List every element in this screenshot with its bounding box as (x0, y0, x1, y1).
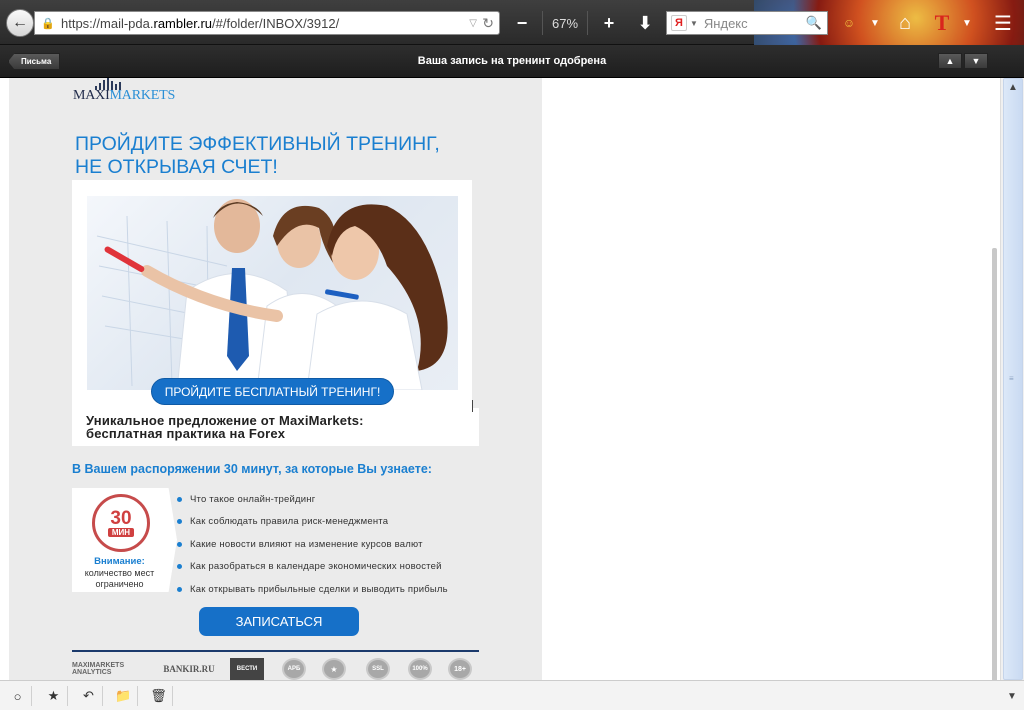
free-training-button[interactable]: ПРОЙДИТЕ БЕСПЛАТНЫЙ ТРЕНИНГ! (151, 378, 394, 405)
mail-subject: Ваша запись на тренинт одобрена (417, 55, 607, 67)
badge-text: количество мест ограничено (84, 568, 155, 589)
bullet-dot-icon (177, 519, 182, 525)
bullet-dot-icon (177, 586, 182, 592)
award-seal-icon[interactable]: ★ (322, 658, 346, 680)
list-item: Что такое онлайн-трейдинг (177, 488, 507, 511)
offer-line-2: бесплатная практика на Forex (86, 426, 286, 441)
next-message-chevron-down-icon[interactable]: ▼ (964, 53, 988, 69)
email-body: MAXIMARKETS Пройдите эффективный тренинг… (0, 78, 1000, 680)
ssl-seal-icon[interactable]: SSL (366, 658, 390, 680)
search-bar[interactable]: Я ▼ Яндекс 🔍 (666, 11, 828, 35)
search-icon[interactable]: 🔍 (806, 15, 822, 31)
theme-dropdown-icon[interactable]: ▼ (960, 9, 974, 37)
promo-photo-card[interactable]: ПРОЙДИТЕ БЕСПЛАТНЫЙ ТРЕНИНГ! (72, 180, 472, 408)
scroll-down-chevron-icon[interactable]: ▼ (1002, 687, 1022, 705)
maximarkets-logo[interactable]: MAXIMARKETS (73, 78, 176, 110)
mark-unread-circle-icon[interactable]: ○ (4, 686, 32, 706)
list-item: Как открывать прибыльные сделки и выводи… (177, 578, 507, 601)
zoom-level[interactable]: 67% (542, 11, 588, 35)
signup-button[interactable]: ЗАПИСАТЬСЯ (199, 607, 359, 636)
footer-divider (72, 650, 479, 652)
clean-100-seal-icon[interactable]: 100% (408, 658, 432, 680)
list-item: Как соблюдать правила риск-менеджмента (177, 511, 507, 534)
page-scrollbar[interactable]: ▲ ≡ (1000, 78, 1024, 680)
lock-icon: 🔒 (41, 17, 55, 30)
trash-icon[interactable]: 🗑 (145, 686, 173, 706)
bullet-dot-icon (177, 496, 182, 502)
zoom-out-button[interactable]: − (508, 9, 536, 37)
email-newsletter: MAXIMARKETS Пройдите эффективный тренинг… (9, 78, 542, 680)
training-team-photo[interactable] (87, 196, 458, 390)
back-to-folder-button[interactable]: Письма (8, 53, 61, 70)
back-arrow-icon[interactable]: ← (6, 9, 34, 37)
mail-action-toolbar: ○ ★ ↶ 📁 🗑 ▼ (0, 680, 1024, 710)
smiley-icon[interactable]: ☺ (842, 9, 856, 37)
search-placeholder: Яндекс (703, 15, 748, 31)
url-text: https://mail-pda.rambler.ru/#/folder/INB… (61, 15, 340, 31)
reload-icon[interactable]: ↻ (482, 15, 494, 32)
list-item: Как разобраться в календаре экономически… (177, 556, 507, 579)
email-scrollbar-thumb[interactable] (992, 248, 997, 680)
star-icon[interactable]: ★ (40, 686, 68, 706)
address-bar[interactable]: 🔒 https://mail-pda.rambler.ru/#/folder/I… (34, 11, 500, 35)
offer-text-box: Уникальное предложение от MaxiMarkets: б… (72, 400, 479, 446)
minutes-subheadline: В Вашем распоряжении 30 минут, за которы… (72, 462, 432, 476)
training-topics-list: Что такое онлайн-трейдинг Как соблюдать … (177, 488, 507, 601)
download-arrow-icon[interactable]: ⬇ (631, 9, 659, 37)
folder-icon[interactable]: 📁 (110, 686, 138, 706)
maximarkets-analytics-logo[interactable]: MAXIMARKETS ANALYTICS (72, 658, 148, 680)
engine-dropdown-icon[interactable]: ▼ (690, 19, 698, 28)
scroll-up-chevron-icon[interactable]: ▲ (1003, 78, 1023, 96)
menu-dropdown-icon[interactable]: ▼ (868, 9, 882, 37)
prev-message-chevron-up-icon[interactable]: ▲ (938, 53, 962, 69)
people-at-whiteboard-illustration (96, 199, 448, 390)
hamburger-menu-icon[interactable]: ☰ (988, 9, 1018, 37)
home-icon[interactable]: ⌂ (890, 9, 920, 37)
reply-arrow-icon[interactable]: ↶ (75, 686, 103, 706)
url-dropdown-icon[interactable]: ▽ (469, 18, 477, 29)
vesti-logo[interactable]: ВЕСТИ (230, 658, 264, 680)
bullet-dot-icon (177, 564, 182, 570)
age-18-plus-icon: 18+ (448, 658, 472, 680)
zoom-in-button[interactable]: + (595, 9, 623, 37)
theme-t-icon[interactable]: T (930, 9, 954, 37)
badge-warning-label: Внимание: (94, 556, 145, 567)
arb-seal-icon[interactable]: АРБ (282, 658, 306, 680)
scrollbar-grip-icon: ≡ (1009, 374, 1014, 383)
logo-wordmark: MAXIMARKETS (73, 88, 176, 103)
bankir-logo[interactable]: BANKIR.RU (162, 658, 216, 680)
list-item: Какие новости влияют на изменение курсов… (177, 533, 507, 556)
email-headline: Пройдите эффективный тренинг, не открыва… (75, 133, 440, 178)
30-minutes-stamp-icon: 30 МИН (92, 494, 150, 552)
partner-logos: MAXIMARKETS ANALYTICS BANKIR.RU ВЕСТИ АР… (72, 658, 482, 680)
limited-seats-badge: 30 МИН Внимание: количество мест огранич… (72, 488, 177, 592)
divider-tick (472, 400, 473, 412)
browser-toolbar: ← 🔒 https://mail-pda.rambler.ru/#/folder… (0, 0, 1024, 45)
mail-header-bar: Письма Ваша запись на тренинт одобрена ▲… (0, 45, 1024, 78)
bullet-dot-icon (177, 541, 182, 547)
yandex-logo-icon[interactable]: Я (671, 15, 687, 31)
